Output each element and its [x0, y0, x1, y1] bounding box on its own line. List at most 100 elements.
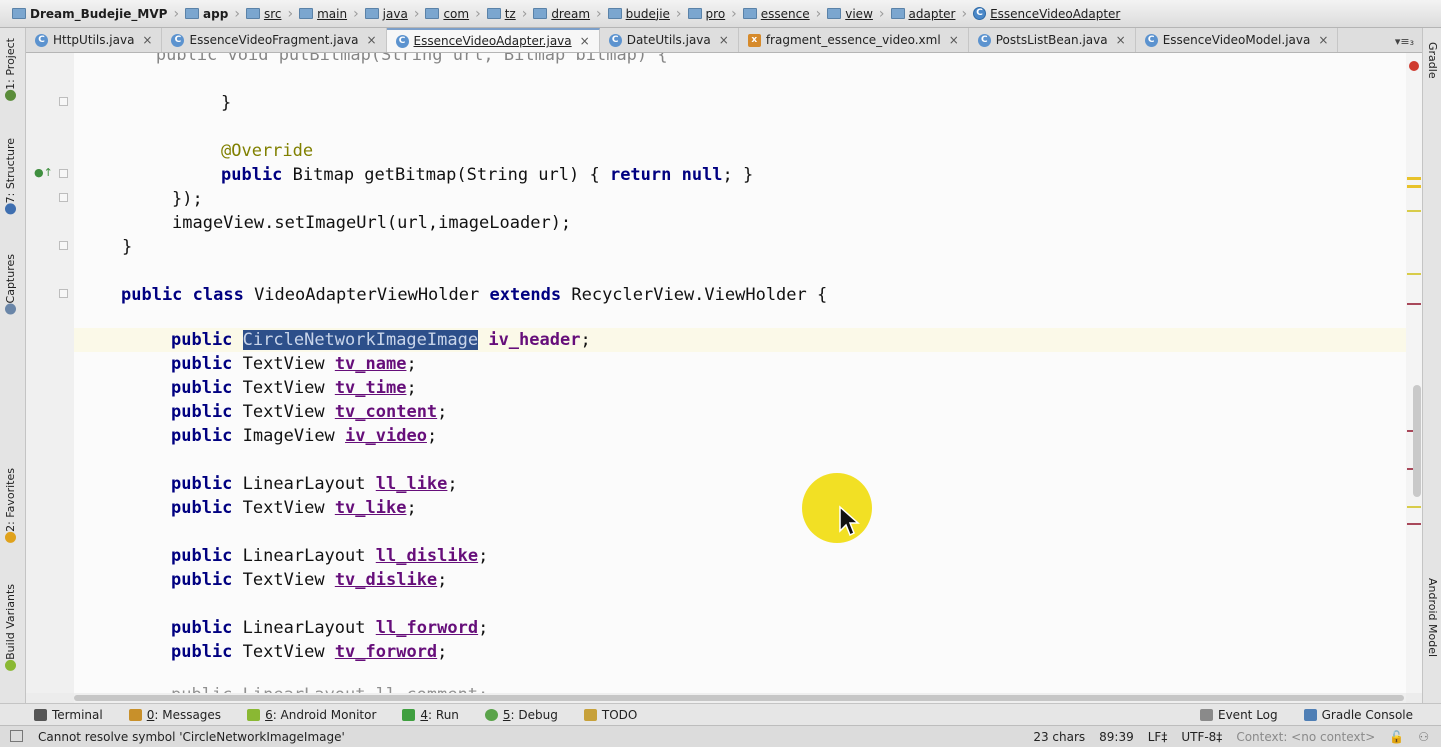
tab-postslistbean[interactable]: C PostsListBean.java × — [969, 28, 1136, 52]
folder-icon — [299, 8, 314, 19]
breadcrumb-app[interactable]: app — [181, 3, 232, 25]
debug-tool-button[interactable]: 5: Debug — [484, 708, 558, 722]
todo-tool-button[interactable]: TODO — [583, 708, 637, 722]
error-mark[interactable] — [1407, 303, 1421, 305]
breadcrumb-dream[interactable]: dream — [529, 3, 594, 25]
gradle-console-tool-button[interactable]: Gradle Console — [1303, 708, 1413, 722]
warning-mark[interactable] — [1407, 185, 1421, 188]
file-encoding[interactable]: UTF-8‡ — [1181, 730, 1222, 744]
vertical-scrollbar[interactable] — [1413, 385, 1421, 497]
tab-essence-video-fragment[interactable]: C EssenceVideoFragment.java × — [162, 28, 387, 52]
close-icon[interactable]: × — [142, 33, 152, 47]
todo-icon — [583, 708, 597, 721]
package-icon — [486, 8, 501, 19]
code-line: imageView.setImageUrl(url,imageLoader); — [172, 213, 572, 233]
code-line-field: public CircleNetworkImageImage iv_header… — [171, 330, 591, 350]
fold-marker[interactable] — [59, 193, 68, 202]
breadcrumb-project[interactable]: Dream_Budejie_MVP — [8, 3, 171, 25]
breadcrumb-view[interactable]: view — [823, 3, 877, 25]
breadcrumb-pro[interactable]: pro — [684, 3, 730, 25]
code-line-annotation: @Override — [221, 141, 314, 161]
unresolved-symbol-selection[interactable]: CircleNetworkImageImage — [242, 330, 479, 350]
gradle-tool-button[interactable]: Gradle — [1426, 42, 1439, 79]
horizontal-scrollbar[interactable] — [74, 693, 1406, 703]
code-line-field: public LinearLayout ll_dislike; — [171, 546, 489, 566]
breadcrumb-separator: › — [521, 5, 528, 22]
warning-mark[interactable] — [1407, 210, 1421, 212]
fold-marker[interactable] — [59, 97, 68, 106]
run-icon — [402, 708, 416, 721]
breadcrumb-adapter[interactable]: adapter — [887, 3, 960, 25]
breadcrumb-separator: › — [413, 5, 420, 22]
android-model-tool-button[interactable]: Android Model — [1426, 578, 1439, 657]
error-stripe[interactable] — [1406, 53, 1422, 693]
close-icon[interactable]: × — [719, 33, 729, 47]
caret-position[interactable]: 89:39 — [1099, 730, 1134, 744]
breadcrumb-class[interactable]: C EssenceVideoAdapter — [969, 3, 1124, 25]
terminal-tool-button[interactable]: Terminal — [34, 708, 103, 722]
tab-overflow-button[interactable]: ▾≡₃ — [1387, 35, 1422, 52]
horizontal-scroll-thumb[interactable] — [74, 695, 1404, 701]
breadcrumb-budejie[interactable]: budejie — [604, 3, 674, 25]
code-line: }); — [172, 189, 203, 209]
code-line-field: public TextView tv_time; — [171, 378, 417, 398]
code-line-field: public TextView tv_content; — [171, 402, 448, 422]
fold-marker[interactable] — [59, 241, 68, 250]
warning-mark[interactable] — [1407, 177, 1421, 180]
event-log-tool-button[interactable]: Event Log — [1200, 708, 1278, 722]
context-indicator[interactable]: Context: <no context> — [1236, 730, 1375, 744]
tab-dateutils[interactable]: C DateUtils.java × — [600, 28, 739, 52]
warning-mark[interactable] — [1407, 506, 1421, 508]
fold-marker[interactable] — [59, 289, 68, 298]
breadcrumb-java[interactable]: java — [361, 3, 412, 25]
right-tool-strip: Gradle Android Model — [1422, 28, 1441, 704]
folder-icon — [12, 8, 26, 19]
code-line: public void putBitmap(String url, Bitmap… — [74, 53, 668, 65]
run-tool-button[interactable]: 4: Run — [402, 708, 459, 722]
breadcrumb-separator: › — [596, 5, 602, 22]
tab-fragment-essence-video-xml[interactable]: x fragment_essence_video.xml × — [739, 28, 969, 52]
captures-tool-button[interactable]: Captures — [4, 254, 17, 318]
tool-windows-toggle-icon[interactable] — [10, 730, 23, 742]
breadcrumb-essence[interactable]: essence — [739, 3, 814, 25]
android-icon — [247, 708, 261, 721]
messages-tool-button[interactable]: 0: Messages — [128, 708, 221, 722]
warning-mark[interactable] — [1407, 273, 1421, 275]
editor-gutter[interactable]: ●↑ — [26, 53, 74, 693]
breadcrumb-com[interactable]: com — [421, 3, 473, 25]
breadcrumb-src[interactable]: src — [242, 3, 286, 25]
close-icon[interactable]: × — [580, 34, 590, 48]
favorites-tool-button[interactable]: 2: Favorites — [4, 468, 17, 547]
console-icon — [1303, 708, 1317, 721]
close-icon[interactable]: × — [949, 33, 959, 47]
error-indicator-icon[interactable] — [1409, 61, 1419, 71]
close-icon[interactable]: × — [1116, 33, 1126, 47]
build-variants-tool-button[interactable]: Build Variants — [4, 584, 17, 675]
tab-httputils[interactable]: C HttpUtils.java × — [26, 28, 163, 52]
android-monitor-tool-button[interactable]: 6: Android Monitor — [247, 708, 376, 722]
project-tool-button[interactable]: 1: Project — [4, 38, 17, 105]
breadcrumb-tz[interactable]: tz — [483, 3, 520, 25]
close-icon[interactable]: × — [366, 33, 376, 47]
line-separator[interactable]: LF‡ — [1148, 730, 1168, 744]
structure-tool-button[interactable]: 7: Structure — [4, 138, 17, 218]
breadcrumb-separator: › — [475, 5, 481, 22]
lock-icon[interactable]: 🔓 — [1389, 730, 1404, 744]
close-icon[interactable]: × — [1318, 33, 1328, 47]
inspector-icon[interactable]: ⚇ — [1418, 730, 1429, 744]
breadcrumb-separator: › — [234, 5, 240, 22]
tab-essence-video-adapter[interactable]: C EssenceVideoAdapter.java × — [386, 28, 600, 52]
status-bar: Cannot resolve symbol 'CircleNetworkImag… — [0, 725, 1441, 747]
folder-icon — [364, 8, 379, 19]
navigation-breadcrumb: Dream_Budejie_MVP › app › src › main › java ›… — [0, 0, 1441, 28]
code-editor[interactable]: public void putBitmap(String url, Bitmap… — [74, 53, 1406, 693]
class-icon: C — [395, 34, 409, 48]
fold-marker[interactable] — [59, 169, 68, 178]
left-tool-strip: 1: Project 7: Structure Captures 2: Favo… — [0, 28, 26, 704]
error-mark[interactable] — [1407, 523, 1421, 525]
breadcrumb-main[interactable]: main — [295, 3, 351, 25]
override-marker-icon[interactable]: ●↑ — [34, 166, 53, 179]
package-icon — [687, 8, 702, 19]
tab-essence-video-model[interactable]: C EssenceVideoModel.java × — [1136, 28, 1339, 52]
breadcrumb-separator: › — [353, 5, 359, 22]
